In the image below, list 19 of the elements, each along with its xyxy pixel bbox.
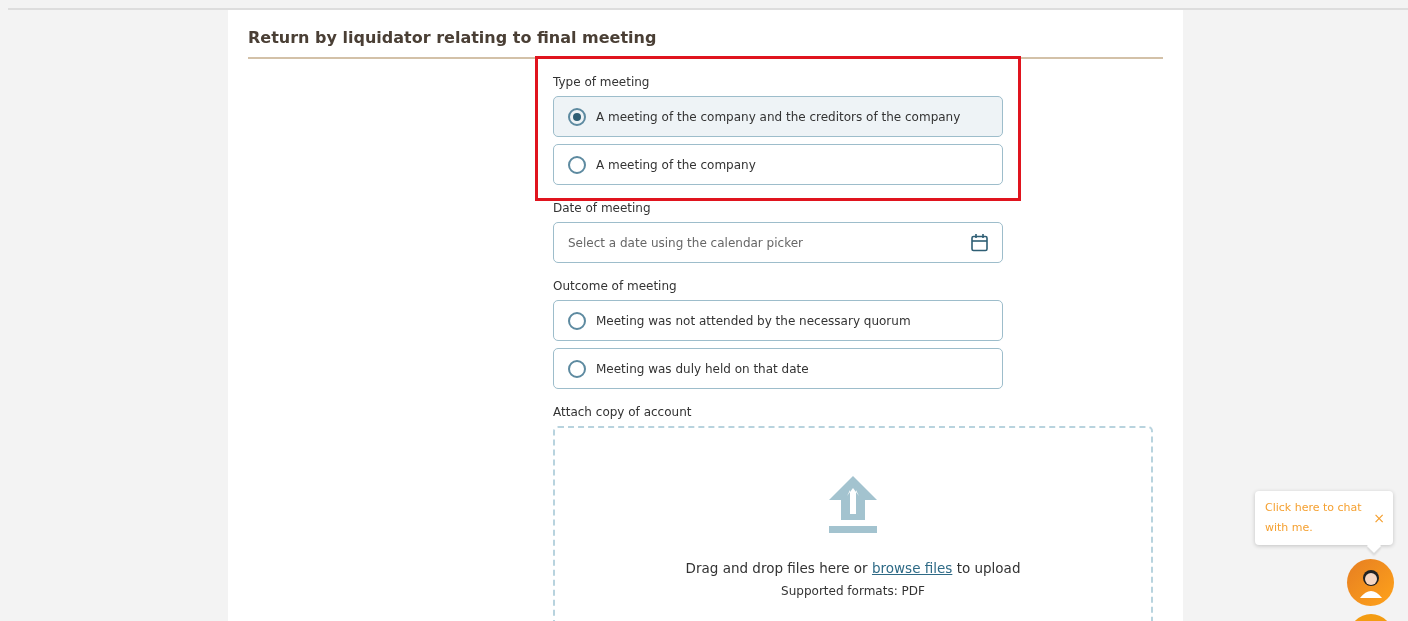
- field-label: Attach copy of account: [553, 405, 693, 419]
- field-label: Outcome of meeting: [553, 279, 678, 293]
- radio-option[interactable]: Meeting was duly held on that date: [553, 348, 1003, 389]
- chat-avatar-button[interactable]: [1347, 559, 1394, 606]
- form-title: Return by liquidator relating to final meeting: [248, 27, 658, 49]
- upload-icon: [829, 476, 877, 534]
- supported-formats: Supported formats: PDF: [781, 584, 925, 598]
- radio-option[interactable]: A meeting of the company: [553, 144, 1003, 185]
- date-field[interactable]: Select a date using the calendar picker: [553, 222, 1003, 263]
- upload-instructions: Drag and drop files here or browse files to upload: [685, 560, 1021, 576]
- file-drop-zone[interactable]: Drag and drop files here or browse files to upload Supported formats: PDF: [553, 426, 1153, 621]
- radio-option[interactable]: A meeting of the company and the creditors of the company: [553, 96, 1003, 137]
- radio-option[interactable]: Meeting was not attended by the necessary quorum: [553, 300, 1003, 341]
- browse-files-link[interactable]: browse files: [871, 560, 953, 576]
- calendar-icon[interactable]: [970, 233, 989, 252]
- field-label: Type of meeting: [553, 75, 651, 89]
- field-label: Date of meeting: [553, 201, 652, 215]
- chat-message: Click here to chat with me.: [1265, 500, 1363, 536]
- avatar-icon: [1357, 567, 1384, 598]
